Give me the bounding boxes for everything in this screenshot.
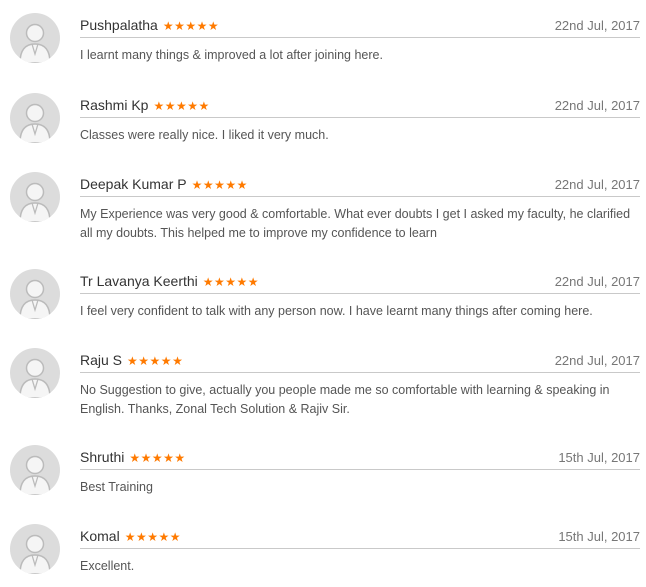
review-date: 22nd Jul, 2017 (554, 177, 640, 192)
review-list: Pushpalatha ★★★★★ 22nd Jul, 2017 I learnt… (0, 0, 646, 587)
review-header: Raju S ★★★★★ 22nd Jul, 2017 (80, 348, 640, 373)
review-text: I learnt many things & improved a lot af… (80, 48, 383, 62)
star-rating-icon: ★★★★★ (162, 19, 220, 33)
reviewer-name: Komal ★★★★★ (80, 528, 181, 544)
review-text: I feel very confident to talk with any p… (80, 304, 593, 318)
user-avatar-icon (10, 93, 60, 143)
star-rating-icon: ★★★★★ (202, 275, 260, 289)
star-rating-icon: ★★★★★ (127, 354, 184, 368)
review-date: 15th Jul, 2017 (558, 450, 640, 465)
user-avatar-icon (10, 524, 60, 574)
review-header: Deepak Kumar P ★★★★★ 22nd Jul, 2017 (80, 172, 640, 197)
user-avatar-icon (10, 13, 60, 63)
review-header: Pushpalatha ★★★★★ 22nd Jul, 2017 (80, 13, 640, 38)
user-avatar-icon (10, 348, 60, 398)
user-avatar-icon (10, 269, 60, 319)
star-rating-icon: ★★★★★ (124, 530, 181, 544)
user-avatar-icon (10, 445, 60, 495)
star-rating-icon: ★★★★★ (153, 99, 210, 113)
reviewer-name: Rashmi Kp ★★★★★ (80, 97, 210, 113)
review-date: 22nd Jul, 2017 (554, 98, 640, 113)
review-date: 22nd Jul, 2017 (554, 18, 640, 33)
review-header: Rashmi Kp ★★★★★ 22nd Jul, 2017 (80, 93, 640, 118)
review-date: 15th Jul, 2017 (558, 529, 640, 544)
review-header: Shruthi ★★★★★ 15th Jul, 2017 (80, 445, 640, 470)
review-date: 22nd Jul, 2017 (554, 274, 640, 289)
review-text: My Experience was very good & comfortabl… (80, 207, 631, 240)
review-header: Tr Lavanya Keerthi ★★★★★ 22nd Jul, 2017 (80, 269, 640, 294)
reviewer-name: Raju S ★★★★★ (80, 352, 184, 368)
star-rating-icon: ★★★★★ (191, 178, 248, 192)
star-rating-icon: ★★★★★ (129, 451, 186, 465)
reviewer-name: Deepak Kumar P ★★★★★ (80, 176, 248, 192)
review-text: Best Training (80, 480, 153, 494)
review-text: No Suggestion to give, actually you peop… (80, 383, 610, 416)
reviewer-name: Shruthi ★★★★★ (80, 449, 186, 465)
review-text: Excellent. (80, 559, 135, 573)
review-date: 22nd Jul, 2017 (554, 353, 640, 368)
review-text: Classes were really nice. I liked it ver… (80, 128, 329, 142)
reviewer-name: Pushpalatha ★★★★★ (80, 17, 220, 33)
review-header: Komal ★★★★★ 15th Jul, 2017 (80, 524, 640, 549)
user-avatar-icon (10, 172, 60, 222)
reviewer-name: Tr Lavanya Keerthi ★★★★★ (80, 273, 260, 289)
